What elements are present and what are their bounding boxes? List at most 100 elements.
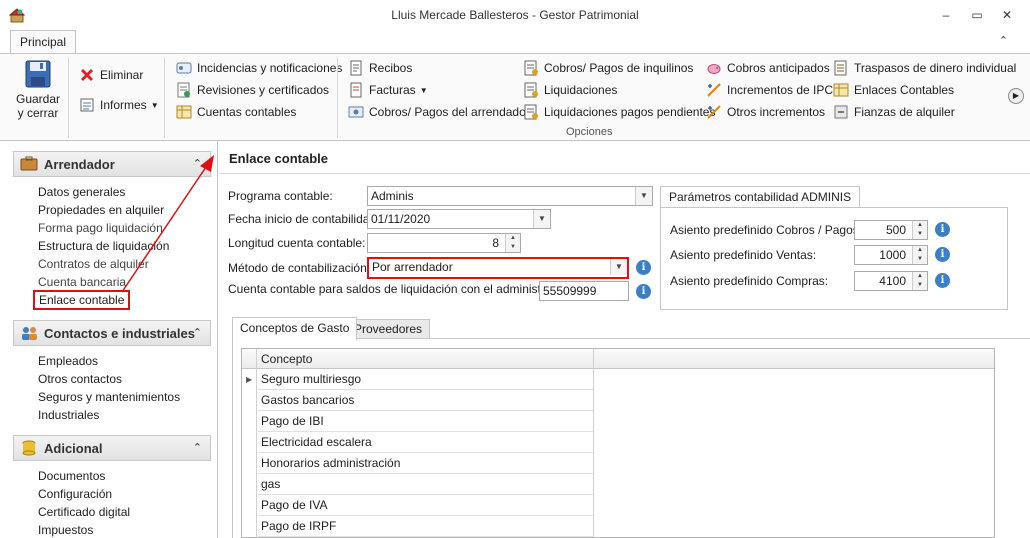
incidents-icon — [176, 62, 192, 74]
nav-seguros[interactable]: Seguros y mantenimientos — [38, 390, 180, 404]
increment-icon — [707, 83, 721, 97]
params-tab[interactable]: Parámetros contabilidad ADMINIS — [660, 186, 861, 208]
ribbon-cobros-pagos-inquilinos[interactable]: Cobros/ Pagos de inquilinos — [523, 59, 693, 77]
nav-cuenta-bancaria[interactable]: Cuenta bancaria — [38, 275, 126, 289]
table-row[interactable]: Electricidad escalera — [258, 432, 593, 453]
asiento-compras-label: Asiento predefinido Compras: — [670, 274, 829, 288]
tab-proveedores[interactable]: Proveedores — [346, 319, 431, 339]
ribbon-cuentas-contables[interactable]: Cuentas contables — [176, 103, 296, 121]
info-icon[interactable]: i — [935, 273, 950, 288]
nav-impuestos[interactable]: Impuestos — [38, 523, 93, 537]
ribbon-anticipados-label: Cobros anticipados — [727, 61, 830, 75]
info-icon[interactable]: i — [636, 260, 651, 275]
ribbon-tab-row: Principal ⌃ — [0, 30, 1030, 54]
asiento-cobros-stepper[interactable]: 500 ▲ ▼ — [854, 220, 928, 240]
ribbon-incidencias[interactable]: Incidencias y notificaciones — [176, 59, 342, 77]
asiento-ventas-stepper[interactable]: 1000 ▲ ▼ — [854, 245, 928, 265]
nav-datos-generales[interactable]: Datos generales — [38, 185, 125, 199]
fecha-value: 01/11/2020 — [371, 212, 431, 226]
ribbon-liquidaciones[interactable]: Liquidaciones — [523, 81, 617, 99]
ribbon-cobros-anticipados[interactable]: Cobros anticipados — [706, 59, 830, 77]
increment-icon — [707, 105, 721, 119]
nav-propiedades[interactable]: Propiedades en alquiler — [38, 203, 164, 217]
informes-button[interactable]: Informes ▼ — [79, 96, 159, 114]
close-button[interactable]: ✕ — [999, 7, 1015, 23]
table-row[interactable]: Honorarios administración — [258, 453, 593, 474]
nav-enlace-contable[interactable]: Enlace contable — [33, 290, 131, 310]
ribbon-incrementos-ipc[interactable]: Incrementos de IPC — [706, 81, 833, 99]
asiento-compras-stepper[interactable]: 4100 ▲ ▼ — [854, 271, 928, 291]
chevron-down-icon[interactable]: ▼ — [610, 259, 627, 275]
window-title: Lluis Mercade Ballesteros - Gestor Patri… — [391, 8, 639, 22]
table-row[interactable]: Pago de IRPF — [258, 516, 593, 537]
nav-configuracion[interactable]: Configuración — [38, 487, 112, 501]
longitud-stepper[interactable]: 8 ▲ ▼ — [367, 233, 521, 253]
ribbon-scroll-right-icon[interactable]: ▶ — [1008, 88, 1024, 104]
nav-industriales[interactable]: Industriales — [38, 408, 99, 422]
table-row[interactable]: Pago de IBI — [258, 411, 593, 432]
table-row[interactable]: Gastos bancarios — [258, 390, 593, 411]
nav-otros-contactos[interactable]: Otros contactos — [38, 372, 122, 386]
collapse-ribbon-icon[interactable]: ⌃ — [999, 34, 1008, 47]
nav-empleados[interactable]: Empleados — [38, 354, 98, 368]
ribbon-liquidaciones-label: Liquidaciones — [544, 83, 618, 97]
nav-documentos[interactable]: Documentos — [38, 469, 105, 483]
save-close-button[interactable]: Guardar y cerrar — [14, 60, 62, 120]
tab-conceptos-gasto[interactable]: Conceptos de Gasto — [232, 317, 358, 340]
pending-settlement-icon — [524, 104, 538, 120]
nav-forma-pago[interactable]: Forma pago liquidación — [38, 221, 163, 235]
ribbon-enlaces-label: Enlaces Contables — [854, 83, 955, 97]
info-icon[interactable]: i — [636, 284, 651, 299]
ribbon-liquidaciones-pendientes[interactable]: Liquidaciones pagos pendientes — [523, 103, 715, 121]
collapse-caret-icon[interactable]: ⌃ — [193, 441, 202, 454]
ribbon-otros-incrementos[interactable]: Otros incrementos — [706, 103, 825, 121]
chevron-down-icon[interactable]: ▼ — [533, 210, 550, 228]
fecha-date-picker[interactable]: 01/11/2020 ▼ — [367, 209, 551, 229]
spin-arrows-icon[interactable]: ▲ ▼ — [912, 221, 927, 239]
ribbon-ipc-label: Incrementos de IPC — [727, 83, 834, 97]
ribbon-recibos[interactable]: Recibos — [348, 59, 412, 77]
nav-group-arrendador[interactable]: Arrendador ⌃ — [13, 151, 211, 177]
nav-group-contactos[interactable]: Contactos e industriales ⌃ — [13, 320, 211, 346]
info-icon[interactable]: i — [935, 247, 950, 262]
longitud-value: 8 — [492, 236, 499, 250]
ribbon-cuentas-label: Cuentas contables — [197, 105, 297, 119]
cuenta-input[interactable]: 55509999 — [539, 281, 629, 301]
nav-contratos[interactable]: Contratos de alquiler — [38, 257, 149, 271]
nav-group-adicional-title: Adicional — [44, 440, 103, 456]
column-header-concepto[interactable]: Concepto — [261, 352, 312, 366]
minimize-button[interactable]: – — [938, 7, 954, 23]
nav-group-contactos-title: Contactos e industriales — [44, 325, 195, 341]
nav-certificado[interactable]: Certificado digital — [38, 505, 130, 519]
eliminar-button[interactable]: Eliminar — [79, 66, 143, 84]
fecha-label: Fecha inicio de contabilidad: — [228, 212, 380, 226]
table-row[interactable]: Seguro multiriesgo — [258, 369, 593, 390]
metodo-select[interactable]: Por arrendador ▼ — [367, 257, 629, 279]
ribbon-enlaces-contables[interactable]: Enlaces Contables — [833, 81, 954, 99]
ribbon-divider — [68, 58, 69, 138]
chevron-down-icon[interactable]: ▼ — [635, 187, 652, 205]
ribbon-cobros-pagos-arrendador[interactable]: Cobros/ Pagos del arrendador — [348, 103, 530, 121]
ribbon-fianzas[interactable]: Fianzas de alquiler — [833, 103, 955, 121]
collapse-caret-icon[interactable]: ⌃ — [193, 326, 202, 339]
table-row[interactable]: gas — [258, 474, 593, 495]
table-row[interactable]: Pago de IVA — [258, 495, 593, 516]
ribbon-facturas[interactable]: Facturas ▼ — [348, 81, 428, 99]
asiento-cobros-label: Asiento predefinido Cobros / Pagos: — [670, 223, 863, 237]
payments-icon — [348, 106, 364, 118]
spin-arrows-icon[interactable]: ▲ ▼ — [912, 246, 927, 264]
accounts-icon — [176, 105, 192, 119]
informes-dropdown-icon: ▼ — [150, 100, 159, 110]
tab-principal[interactable]: Principal — [10, 30, 77, 54]
spin-arrows-icon[interactable]: ▲ ▼ — [912, 272, 927, 290]
nav-estructura-liquidacion[interactable]: Estructura de liquidación — [38, 239, 169, 253]
nav-group-adicional[interactable]: Adicional ⌃ — [13, 435, 211, 461]
ribbon-traspasos[interactable]: Traspasos de dinero individual — [833, 59, 1016, 77]
collapse-caret-icon[interactable]: ⌃ — [193, 157, 202, 170]
programa-select[interactable]: Adminis ▼ — [367, 186, 653, 206]
restore-button[interactable]: ▭ — [969, 7, 985, 23]
ribbon-revisiones[interactable]: Revisiones y certificados — [176, 81, 329, 99]
params-panel: Asiento predefinido Cobros / Pagos: 500 … — [660, 207, 1008, 310]
spin-arrows-icon[interactable]: ▲ ▼ — [505, 234, 520, 252]
info-icon[interactable]: i — [935, 222, 950, 237]
